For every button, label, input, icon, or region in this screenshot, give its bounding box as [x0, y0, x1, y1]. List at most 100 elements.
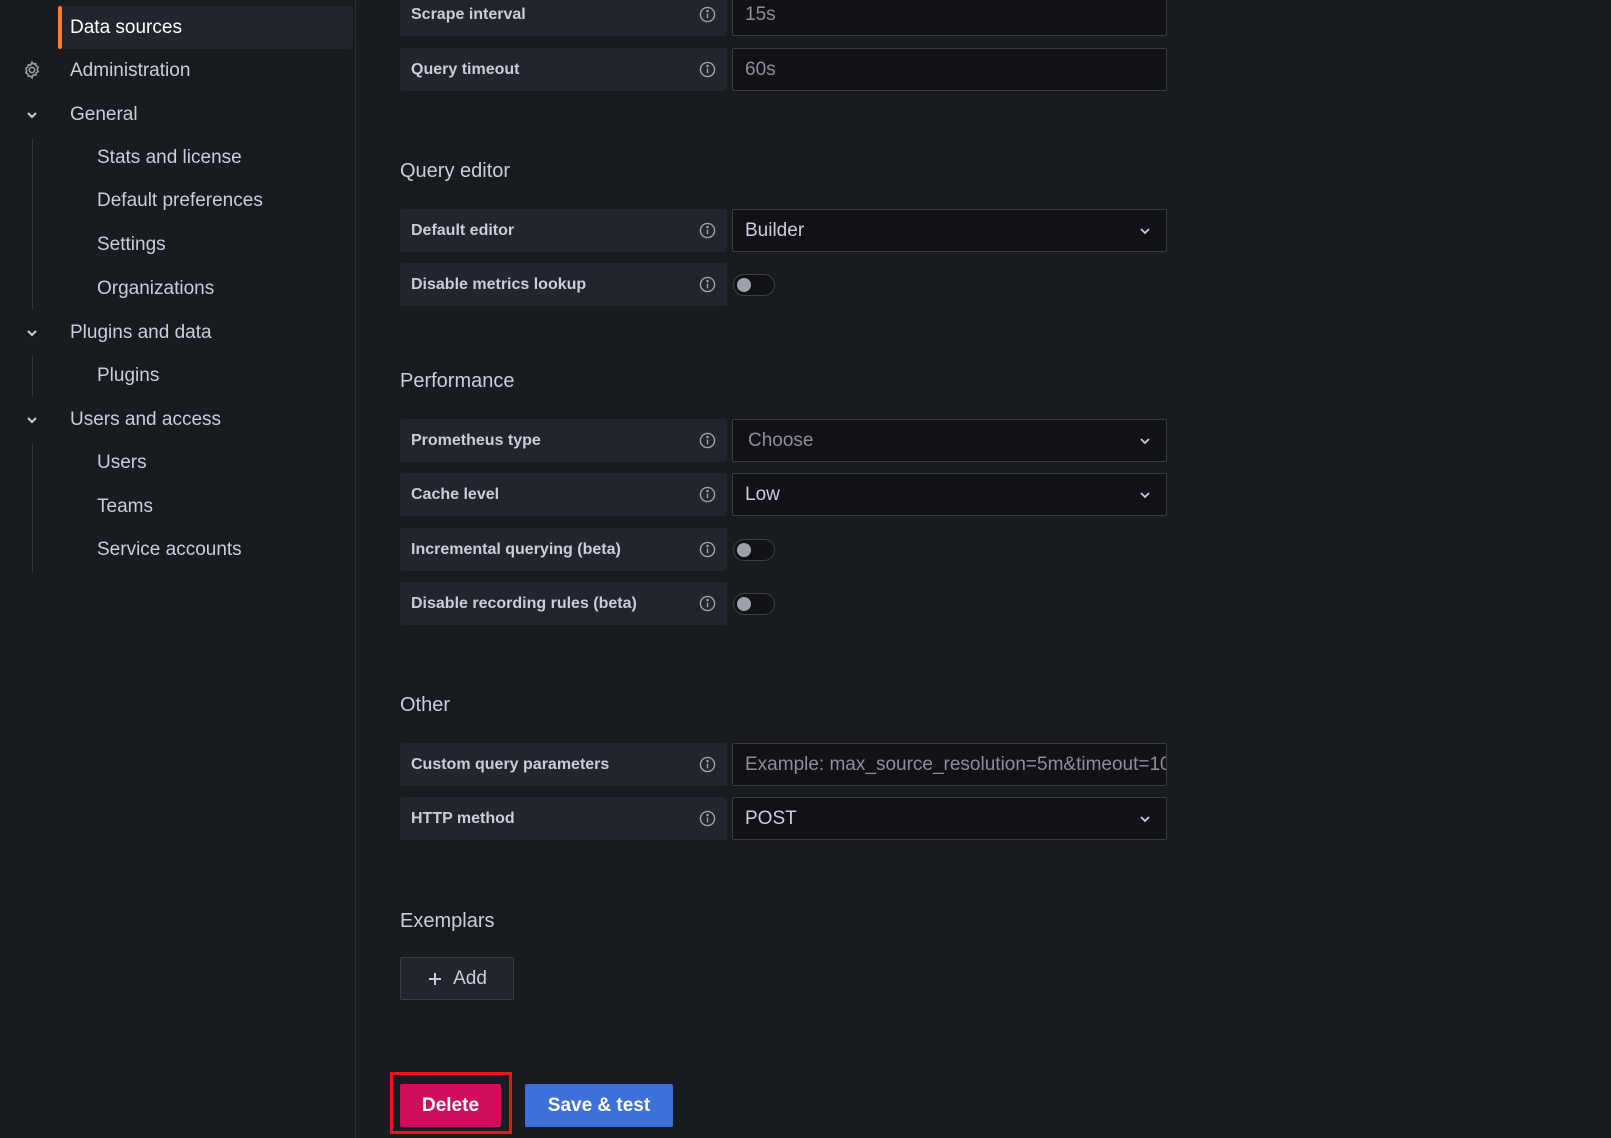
sidebar-item-stats-and-license[interactable]: Stats and license	[97, 137, 242, 179]
scrape-interval-input[interactable]: 15s	[732, 0, 1167, 36]
sidebar-group-plugins-and-data[interactable]: Plugins and data	[70, 312, 212, 354]
http-method-select[interactable]: POST	[732, 797, 1167, 840]
toggle-knob	[737, 278, 751, 292]
select-value: Low	[745, 483, 780, 505]
section-title-query-editor: Query editor	[400, 160, 511, 182]
sidebar-item-service-accounts[interactable]: Service accounts	[97, 529, 242, 571]
sidebar-item-label: Users	[97, 452, 147, 473]
sidebar-item-label: Users and access	[70, 409, 222, 430]
field-label: Default editor	[411, 221, 515, 239]
sidebar-item-settings[interactable]: Settings	[97, 224, 166, 266]
field-label: Cache level	[411, 485, 500, 503]
field-label: Incremental querying (beta)	[411, 540, 621, 558]
query-timeout-input[interactable]: 60s	[732, 48, 1167, 91]
info-icon[interactable]	[699, 541, 716, 558]
field-label: Disable metrics lookup	[411, 275, 587, 293]
sidebar-item-plugins[interactable]: Plugins	[97, 355, 159, 397]
sidebar-item-data-sources[interactable]: Data sources	[58, 6, 353, 49]
delete-button[interactable]: Delete	[400, 1084, 501, 1127]
disable-recording-rules-label-box: Disable recording rules (beta)	[400, 582, 727, 625]
select-placeholder: Choose	[748, 429, 814, 451]
sidebar-item-label: Settings	[97, 234, 166, 255]
chevron-down-icon	[1140, 438, 1150, 445]
chevron-down-icon	[1140, 492, 1150, 499]
cache-level-select[interactable]: Low	[732, 473, 1167, 516]
sidebar-item-label: Organizations	[97, 278, 215, 299]
toggle-knob	[737, 543, 751, 557]
input-placeholder: 60s	[745, 58, 776, 80]
sidebar-item-label: Plugins	[97, 365, 160, 386]
custom-query-parameters-label-box: Custom query parameters	[400, 743, 727, 786]
prometheus-type-select[interactable]: Choose	[732, 419, 1167, 462]
sidebar-group-users-and-access[interactable]: Users and access	[70, 399, 221, 441]
disable-metrics-lookup-label-box: Disable metrics lookup	[400, 263, 727, 306]
info-icon[interactable]	[699, 595, 716, 612]
sidebar-item-teams[interactable]: Teams	[97, 486, 153, 528]
incremental-querying-label-box: Incremental querying (beta)	[400, 528, 727, 571]
select-value: POST	[745, 807, 797, 829]
tree-line	[32, 443, 33, 572]
add-exemplar-button[interactable]: Add	[400, 957, 514, 1000]
input-placeholder: 15s	[745, 3, 776, 25]
disable-recording-rules-toggle[interactable]	[733, 593, 775, 615]
plus-icon	[429, 972, 442, 985]
query-timeout-label-box: Query timeout	[400, 48, 727, 91]
incremental-querying-toggle[interactable]	[733, 539, 775, 561]
info-icon[interactable]	[699, 276, 716, 293]
field-label: Custom query parameters	[411, 755, 610, 773]
info-icon[interactable]	[699, 61, 716, 78]
tree-line	[32, 138, 33, 310]
info-icon[interactable]	[699, 810, 716, 827]
field-label: Prometheus type	[411, 431, 541, 449]
sidebar-item-label: Service accounts	[97, 539, 242, 560]
save-and-test-button[interactable]: Save & test	[525, 1084, 673, 1127]
sidebar-item-label: Data sources	[70, 16, 182, 38]
http-method-label-box: HTTP method	[400, 797, 727, 840]
disable-metrics-lookup-toggle[interactable]	[733, 274, 775, 296]
sidebar-item-label: Teams	[97, 496, 153, 517]
sidebar-item-administration[interactable]: Administration	[70, 50, 190, 92]
button-label: Delete	[421, 1094, 480, 1116]
button-label: Save & test	[547, 1094, 651, 1116]
info-icon[interactable]	[699, 756, 716, 773]
info-icon[interactable]	[699, 6, 716, 23]
default-editor-select[interactable]: Builder	[732, 209, 1167, 252]
sidebar-item-label: Default preferences	[97, 190, 263, 211]
gear-icon	[24, 60, 40, 80]
sidebar-item-label: Administration	[70, 60, 191, 81]
sidebar-item-label: Stats and license	[97, 147, 242, 168]
chevron-down-icon	[1140, 816, 1150, 823]
section-title-exemplars: Exemplars	[400, 910, 495, 932]
tree-line	[32, 356, 33, 396]
info-icon[interactable]	[699, 222, 716, 239]
prometheus-type-label-box: Prometheus type	[400, 419, 727, 462]
field-label: Query timeout	[411, 60, 520, 78]
active-indicator	[58, 6, 62, 49]
sidebar: Data sources Administration General Stat…	[0, 0, 356, 1138]
field-label: Scrape interval	[411, 5, 526, 23]
field-label: HTTP method	[411, 809, 515, 827]
custom-query-parameters-input[interactable]: Example: max_source_resolution=5m&timeou…	[732, 743, 1167, 786]
toggle-knob	[737, 597, 751, 611]
sidebar-item-label: General	[70, 104, 138, 125]
field-label: Disable recording rules (beta)	[411, 594, 637, 612]
sidebar-item-users[interactable]: Users	[97, 442, 147, 484]
info-icon[interactable]	[699, 432, 716, 449]
section-title-performance: Performance	[400, 370, 515, 392]
cache-level-label-box: Cache level	[400, 473, 727, 516]
select-value: Builder	[745, 219, 805, 241]
chevron-down-icon[interactable]	[25, 413, 39, 427]
input-placeholder: Example: max_source_resolution=5m&timeou…	[745, 753, 1167, 775]
chevron-down-icon[interactable]	[25, 326, 39, 340]
chevron-down-icon[interactable]	[25, 108, 39, 122]
info-icon[interactable]	[699, 486, 716, 503]
sidebar-item-organizations[interactable]: Organizations	[97, 268, 214, 310]
scrape-interval-label-box: Scrape interval	[400, 0, 727, 36]
chevron-down-icon	[1140, 228, 1150, 235]
sidebar-item-default-preferences[interactable]: Default preferences	[97, 180, 263, 222]
default-editor-label-box: Default editor	[400, 209, 727, 252]
section-title-other: Other	[400, 694, 451, 716]
sidebar-group-general[interactable]: General	[70, 94, 138, 136]
button-label: Add	[453, 967, 487, 989]
sidebar-item-label: Plugins and data	[70, 322, 212, 343]
